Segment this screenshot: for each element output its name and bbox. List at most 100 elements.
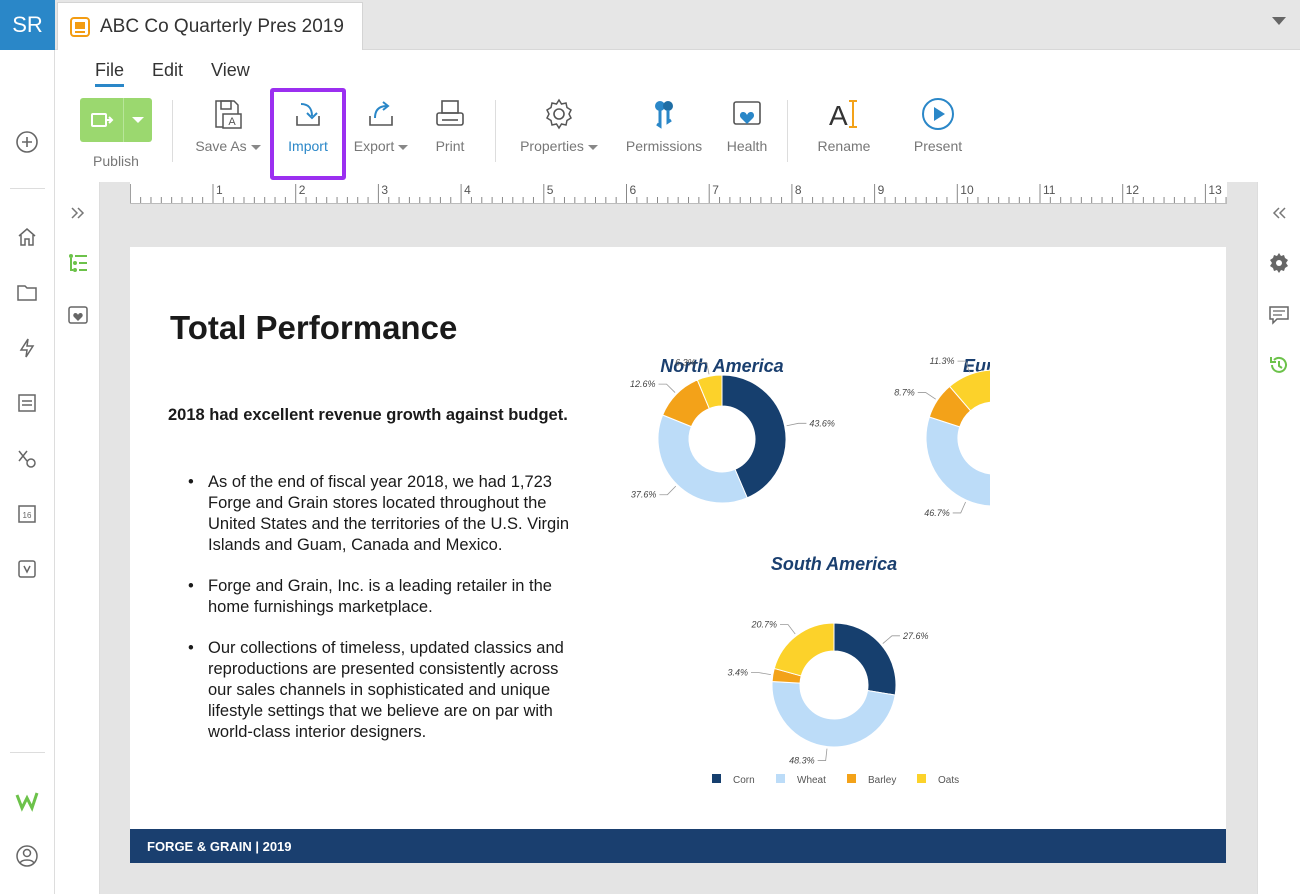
slide[interactable]: Total Performance 2018 had excellent rev…: [130, 247, 1226, 863]
save-as-button[interactable]: A Save As: [190, 90, 266, 176]
print-label: Print: [435, 138, 465, 154]
export-icon: [365, 90, 397, 138]
slide-title[interactable]: Total Performance: [170, 309, 457, 347]
menu-file[interactable]: File: [95, 60, 125, 87]
document-tab-title: ABC Co Quarterly Pres 2019: [100, 15, 344, 37]
donut-chart-0[interactable]: North America43.6%37.6%12.6%6.3%: [630, 356, 835, 504]
rename-button[interactable]: A Rename: [811, 90, 877, 176]
ruler-number: 13: [1208, 183, 1222, 197]
ruler-number: 8: [795, 183, 802, 197]
chevron-down-icon: [250, 144, 261, 150]
ruler-ticks: 1 2 3 4 5 6 7 8 9 10 11 12 13: [129, 183, 1227, 203]
slice-label: 27.6%: [902, 631, 929, 641]
label-leader-line: [882, 635, 900, 644]
properties-button[interactable]: Properties: [513, 90, 605, 176]
label-leader-line: [952, 501, 966, 514]
app-window: SR 16 ABC Co Quarterly Pres 2019 File Ed…: [0, 0, 1300, 894]
donut-chart-2[interactable]: South America 27.6% 48.3% 3.4% 20.7%: [727, 554, 928, 766]
legend-label: Wheat: [797, 775, 826, 786]
slice-label: 20.7%: [750, 620, 777, 630]
history-icon[interactable]: [1266, 352, 1292, 378]
save-as-label: Save As: [195, 138, 247, 154]
bullet-item[interactable]: Our collections of timeless, updated cla…: [186, 638, 586, 743]
ruler-number: 7: [712, 183, 719, 197]
toolbar-separator: [172, 100, 173, 162]
expand-icon[interactable]: [65, 200, 91, 226]
print-button[interactable]: Print: [423, 90, 477, 176]
publish-label: Publish: [93, 153, 139, 169]
publish-button[interactable]: [80, 98, 152, 142]
slide-footer: FORGE & GRAIN | 2019: [130, 829, 1226, 863]
donut-charts[interactable]: North America43.6%37.6%12.6%6.3% Europe33…: [590, 342, 990, 802]
export-label: Export: [353, 138, 395, 154]
tag-icon[interactable]: [14, 556, 40, 582]
bullet-list[interactable]: As of the end of fiscal year 2018, we ha…: [186, 472, 586, 763]
export-button[interactable]: Export: [347, 90, 415, 176]
calendar-icon[interactable]: 16: [14, 501, 40, 527]
legend-label: Oats: [938, 775, 959, 786]
keys-icon: [648, 90, 680, 138]
workiva-logo-icon[interactable]: [14, 788, 40, 814]
label-leader-line: [786, 422, 807, 427]
menu-edit[interactable]: Edit: [152, 60, 183, 87]
add-icon[interactable]: [14, 129, 40, 155]
document-tab[interactable]: ABC Co Quarterly Pres 2019: [57, 2, 363, 50]
permissions-button[interactable]: Permissions: [619, 90, 709, 176]
bullet-item[interactable]: Forge and Grain, Inc. is a leading retai…: [186, 576, 586, 618]
play-icon: [921, 90, 955, 138]
label-leader-line: [659, 485, 677, 496]
present-button[interactable]: Present: [903, 90, 973, 176]
legend-label: Barley: [868, 775, 896, 786]
formula-icon[interactable]: [14, 445, 40, 471]
bullet-item[interactable]: As of the end of fiscal year 2018, we ha…: [186, 472, 586, 556]
health-icon: [731, 90, 763, 138]
menu-bar: File Edit View: [95, 60, 278, 87]
ruler-number: 5: [547, 183, 554, 197]
slice-label: 3.4%: [727, 668, 748, 678]
user-profile-icon[interactable]: [14, 843, 40, 869]
publish-icon: [80, 98, 124, 142]
menu-view[interactable]: View: [211, 60, 250, 87]
health-button[interactable]: Health: [719, 90, 775, 176]
ruler-number: 9: [878, 183, 885, 197]
donut-slice-wheat[interactable]: [925, 416, 990, 507]
donut-slice-corn[interactable]: [833, 622, 897, 696]
legend-swatch-barley: [847, 774, 856, 783]
toolbar-separator: [787, 100, 788, 162]
ruler-number: 12: [1126, 183, 1140, 197]
lightning-icon[interactable]: [14, 335, 40, 361]
printer-icon: [434, 90, 466, 138]
slice-label: 46.7%: [924, 508, 950, 518]
slice-label: 48.3%: [789, 756, 815, 766]
svg-text:A: A: [829, 100, 848, 131]
legend-label: Corn: [733, 775, 755, 786]
donut-chart-1[interactable]: Europe33.3%46.7%8.7%11.3%: [894, 356, 990, 518]
comments-icon[interactable]: [1266, 302, 1292, 328]
donut-slice-oats[interactable]: [773, 622, 835, 677]
slide-subtitle[interactable]: 2018 had excellent revenue growth agains…: [168, 405, 568, 426]
settings-gear-icon[interactable]: [1266, 250, 1292, 276]
chart-legend: Corn Wheat Barley Oats: [712, 774, 959, 786]
donut-slice-wheat[interactable]: [657, 414, 748, 504]
home-icon[interactable]: [14, 224, 40, 250]
label-leader-line: [779, 624, 796, 635]
ruler-number: 10: [960, 183, 974, 197]
ruler-number: 1: [216, 183, 223, 197]
rename-icon: A: [827, 90, 861, 138]
chevron-down-icon[interactable]: [124, 98, 152, 142]
document-list-icon[interactable]: [14, 390, 40, 416]
permissions-label: Permissions: [625, 138, 703, 154]
chevron-down-icon[interactable]: [1272, 17, 1286, 25]
user-initials-badge[interactable]: SR: [0, 0, 55, 50]
folder-icon[interactable]: [14, 279, 40, 305]
gear-icon: [542, 90, 576, 138]
save-as-icon: A: [213, 90, 243, 138]
ruler-number: 3: [381, 183, 388, 197]
right-side-panel: [1257, 182, 1300, 894]
left-side-panel: [55, 182, 100, 894]
collapse-icon[interactable]: [1266, 200, 1292, 226]
outline-icon[interactable]: [65, 250, 91, 276]
toolbar-separator: [495, 100, 496, 162]
health-panel-icon[interactable]: [65, 302, 91, 328]
import-highlight: [270, 88, 346, 180]
